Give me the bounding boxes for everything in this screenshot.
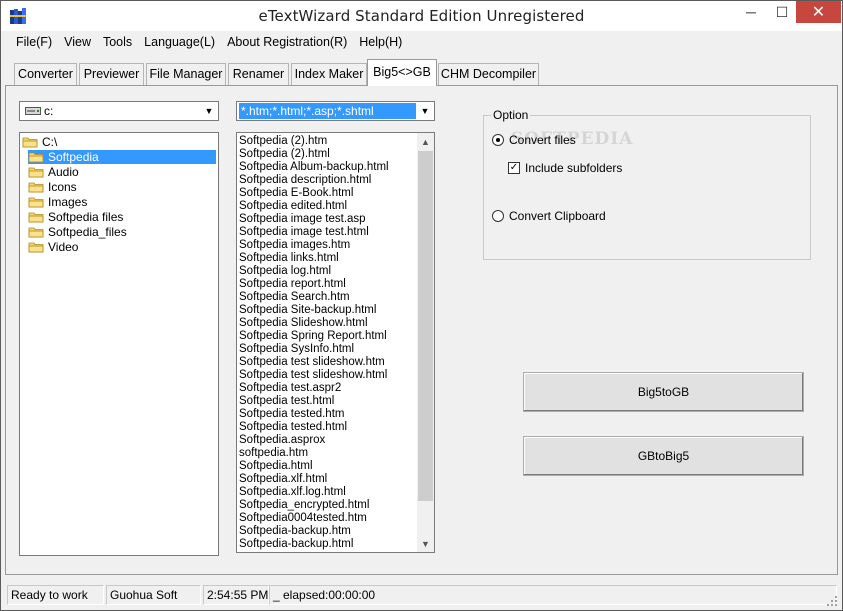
menu-language[interactable]: Language(L) bbox=[138, 32, 221, 52]
status-bar: Ready to work Guohua Soft 2:54:55 PM _ e… bbox=[1, 583, 842, 610]
list-item[interactable]: Softpedia (2).htm bbox=[239, 135, 327, 148]
convert-clipboard-radio[interactable]: Convert Clipboard bbox=[492, 209, 606, 223]
list-item[interactable]: Softpedia Spring Report.html bbox=[239, 330, 387, 343]
folder-icon bbox=[28, 227, 44, 238]
list-item[interactable]: Softpedia log.html bbox=[239, 265, 331, 278]
folder-tree[interactable]: C:\ Softpedia Audio Icons Images Softpedia fi… bbox=[19, 132, 219, 556]
file-list-scrollbar[interactable]: ▲ ▼ bbox=[417, 133, 434, 552]
tab-previewer[interactable]: Previewer bbox=[79, 63, 144, 85]
list-item[interactable]: Softpedia.html bbox=[239, 460, 313, 473]
file-list[interactable]: ▲ ▼ Softpedia (2).htm Softpedia (2).html S… bbox=[236, 132, 435, 553]
include-subfolders-checkbox[interactable]: ✓ Include subfolders bbox=[508, 161, 622, 175]
status-time: 2:54:55 PM bbox=[203, 585, 269, 605]
chevron-down-icon[interactable]: ▼ bbox=[201, 103, 217, 119]
list-item[interactable]: Softpedia SysInfo.html bbox=[239, 343, 354, 356]
status-company: Guohua Soft bbox=[106, 585, 201, 605]
folder-icon bbox=[22, 137, 38, 148]
folder-icon bbox=[28, 167, 44, 178]
list-item[interactable]: Softpedia tested.htm bbox=[239, 408, 344, 421]
scroll-thumb[interactable] bbox=[418, 151, 433, 501]
folder-icon bbox=[28, 197, 44, 208]
tab-converter[interactable]: Converter bbox=[14, 63, 77, 85]
menu-bar: File(F) View Tools Language(L) About Reg… bbox=[1, 31, 842, 53]
list-item[interactable]: Softpedia-backup.htm bbox=[239, 525, 351, 538]
status-state: Ready to work bbox=[7, 585, 104, 605]
drive-value: c: bbox=[44, 104, 54, 118]
window-title: eTextWizard Standard Edition Unregistere… bbox=[258, 7, 585, 25]
list-item[interactable]: Softpedia_encrypted.html bbox=[239, 499, 369, 512]
gb-to-big5-button[interactable]: GBtoBig5 bbox=[523, 436, 804, 476]
list-item[interactable]: Softpedia image test.asp bbox=[239, 213, 366, 226]
filter-value: *.htm;*.html;*.asp;*.shtml bbox=[239, 103, 416, 119]
menu-tools[interactable]: Tools bbox=[97, 32, 138, 52]
list-item[interactable]: Softpedia Slideshow.html bbox=[239, 317, 368, 330]
chevron-down-icon[interactable]: ▼ bbox=[417, 103, 433, 119]
app-window: eTextWizard Standard Edition Unregistere… bbox=[0, 0, 843, 611]
close-button[interactable]: ✕ bbox=[796, 1, 841, 23]
list-item[interactable]: Softpedia test slideshow.html bbox=[239, 369, 387, 382]
menu-file[interactable]: File(F) bbox=[10, 32, 58, 52]
menu-help[interactable]: Help(H) bbox=[353, 32, 408, 52]
menu-about-registration[interactable]: About Registration(R) bbox=[221, 32, 353, 52]
list-item[interactable]: Softpedia links.html bbox=[239, 252, 339, 265]
list-item[interactable]: Softpedia0004tested.htm bbox=[239, 512, 367, 525]
tree-item[interactable]: Video bbox=[28, 240, 80, 254]
status-elapsed: _ elapsed:00:00:00 bbox=[269, 585, 837, 605]
list-item[interactable]: Softpedia-backup.html bbox=[239, 538, 353, 551]
list-item[interactable]: Softpedia test.html bbox=[239, 395, 334, 408]
drive-icon bbox=[25, 107, 41, 115]
tree-item[interactable]: Softpedia_files bbox=[28, 225, 129, 239]
list-item[interactable]: Softpedia (2).html bbox=[239, 148, 330, 161]
tab-renamer[interactable]: Renamer bbox=[228, 63, 289, 85]
list-item[interactable]: Softpedia.xlf.html bbox=[239, 473, 327, 486]
folder-icon bbox=[28, 212, 44, 223]
tab-strip: Converter Previewer File Manager Renamer… bbox=[1, 59, 842, 86]
tree-item[interactable]: Audio bbox=[28, 165, 81, 179]
folder-icon bbox=[28, 242, 44, 253]
convert-files-radio[interactable]: Convert files bbox=[492, 133, 576, 147]
list-item[interactable]: Softpedia image test.html bbox=[239, 226, 369, 239]
big5-to-gb-button[interactable]: Big5toGB bbox=[523, 372, 804, 412]
list-item[interactable]: Softpedia.xlf.log.html bbox=[239, 486, 346, 499]
drive-select[interactable]: c: ▼ bbox=[19, 101, 219, 121]
list-item[interactable]: Softpedia report.html bbox=[239, 278, 346, 291]
tab-file-manager[interactable]: File Manager bbox=[146, 63, 226, 85]
list-item[interactable]: Softpedia images.htm bbox=[239, 239, 350, 252]
tree-item[interactable]: Softpedia bbox=[28, 150, 216, 164]
list-item[interactable]: Softpedia Site-backup.html bbox=[239, 304, 376, 317]
resize-grip-icon[interactable] bbox=[826, 595, 838, 607]
radio-indicator[interactable] bbox=[492, 210, 504, 222]
minimize-button[interactable]: ─ bbox=[736, 1, 766, 23]
list-item[interactable]: Softpedia Search.htm bbox=[239, 291, 350, 304]
option-group-label: Option bbox=[491, 108, 531, 122]
tab-index-maker[interactable]: Index Maker bbox=[291, 63, 367, 85]
list-item[interactable]: softpedia.htm bbox=[239, 447, 308, 460]
menu-view[interactable]: View bbox=[58, 32, 97, 52]
list-item[interactable]: Softpedia E-Book.html bbox=[239, 187, 353, 200]
list-item[interactable]: Softpedia edited.html bbox=[239, 200, 347, 213]
scroll-up-icon[interactable]: ▲ bbox=[417, 133, 434, 150]
folder-icon bbox=[28, 152, 44, 163]
tab-chm-decompiler[interactable]: CHM Decompiler bbox=[438, 63, 539, 85]
list-item[interactable]: Softpedia test slideshow.htm bbox=[239, 356, 385, 369]
tree-item[interactable]: Images bbox=[28, 195, 89, 209]
list-item[interactable]: Softpedia test.aspr2 bbox=[239, 382, 341, 395]
list-item[interactable]: Softpedia description.html bbox=[239, 174, 371, 187]
tab-big5-gb[interactable]: Big5<>GB bbox=[367, 59, 437, 86]
filter-select[interactable]: *.htm;*.html;*.asp;*.shtml ▼ bbox=[236, 101, 435, 121]
list-item[interactable]: Softpedia tested.html bbox=[239, 421, 347, 434]
tree-item[interactable]: Softpedia files bbox=[28, 210, 125, 224]
maximize-button[interactable]: ☐ bbox=[767, 1, 797, 23]
tree-item[interactable]: Icons bbox=[28, 180, 79, 194]
list-item[interactable]: Softpedia.asprox bbox=[239, 434, 325, 447]
radio-indicator[interactable] bbox=[492, 134, 504, 146]
folder-icon bbox=[28, 182, 44, 193]
checkmark-icon[interactable]: ✓ bbox=[508, 162, 520, 174]
list-item[interactable]: Softpedia Album-backup.html bbox=[239, 161, 389, 174]
scroll-down-icon[interactable]: ▼ bbox=[417, 535, 434, 552]
title-bar[interactable]: eTextWizard Standard Edition Unregistere… bbox=[1, 1, 842, 31]
tree-item[interactable]: C:\ bbox=[22, 135, 59, 149]
